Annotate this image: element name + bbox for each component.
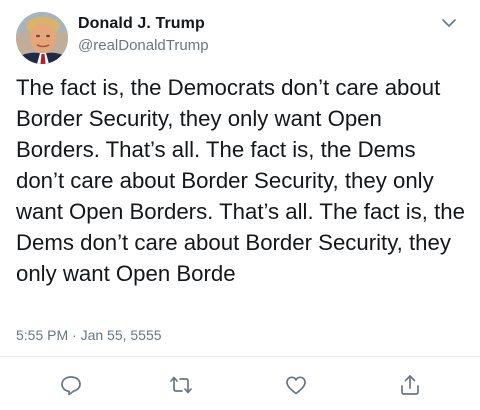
retweet-icon [170,376,192,394]
reply-button[interactable] [58,372,84,398]
retweet-button[interactable] [168,372,194,398]
avatar[interactable] [16,12,68,64]
action-bar [0,368,480,404]
display-name[interactable]: Donald J. Trump [78,15,205,33]
divider [0,356,480,357]
tweet-text: The fact is, the Democrats don’t care ab… [16,75,465,286]
user-handle[interactable]: @realDonaldTrump [78,37,209,54]
chevron-down-icon[interactable] [440,14,458,32]
heart-icon [286,376,306,395]
reply-icon [61,376,81,396]
tweet-timestamp[interactable]: 5:55 PM · Jan 55, 5555 [16,327,162,343]
like-button[interactable] [283,372,309,398]
share-icon [401,375,419,395]
share-button[interactable] [397,372,423,398]
tweet-card: Donald J. Trump @realDonaldTrump The fac… [0,0,480,410]
